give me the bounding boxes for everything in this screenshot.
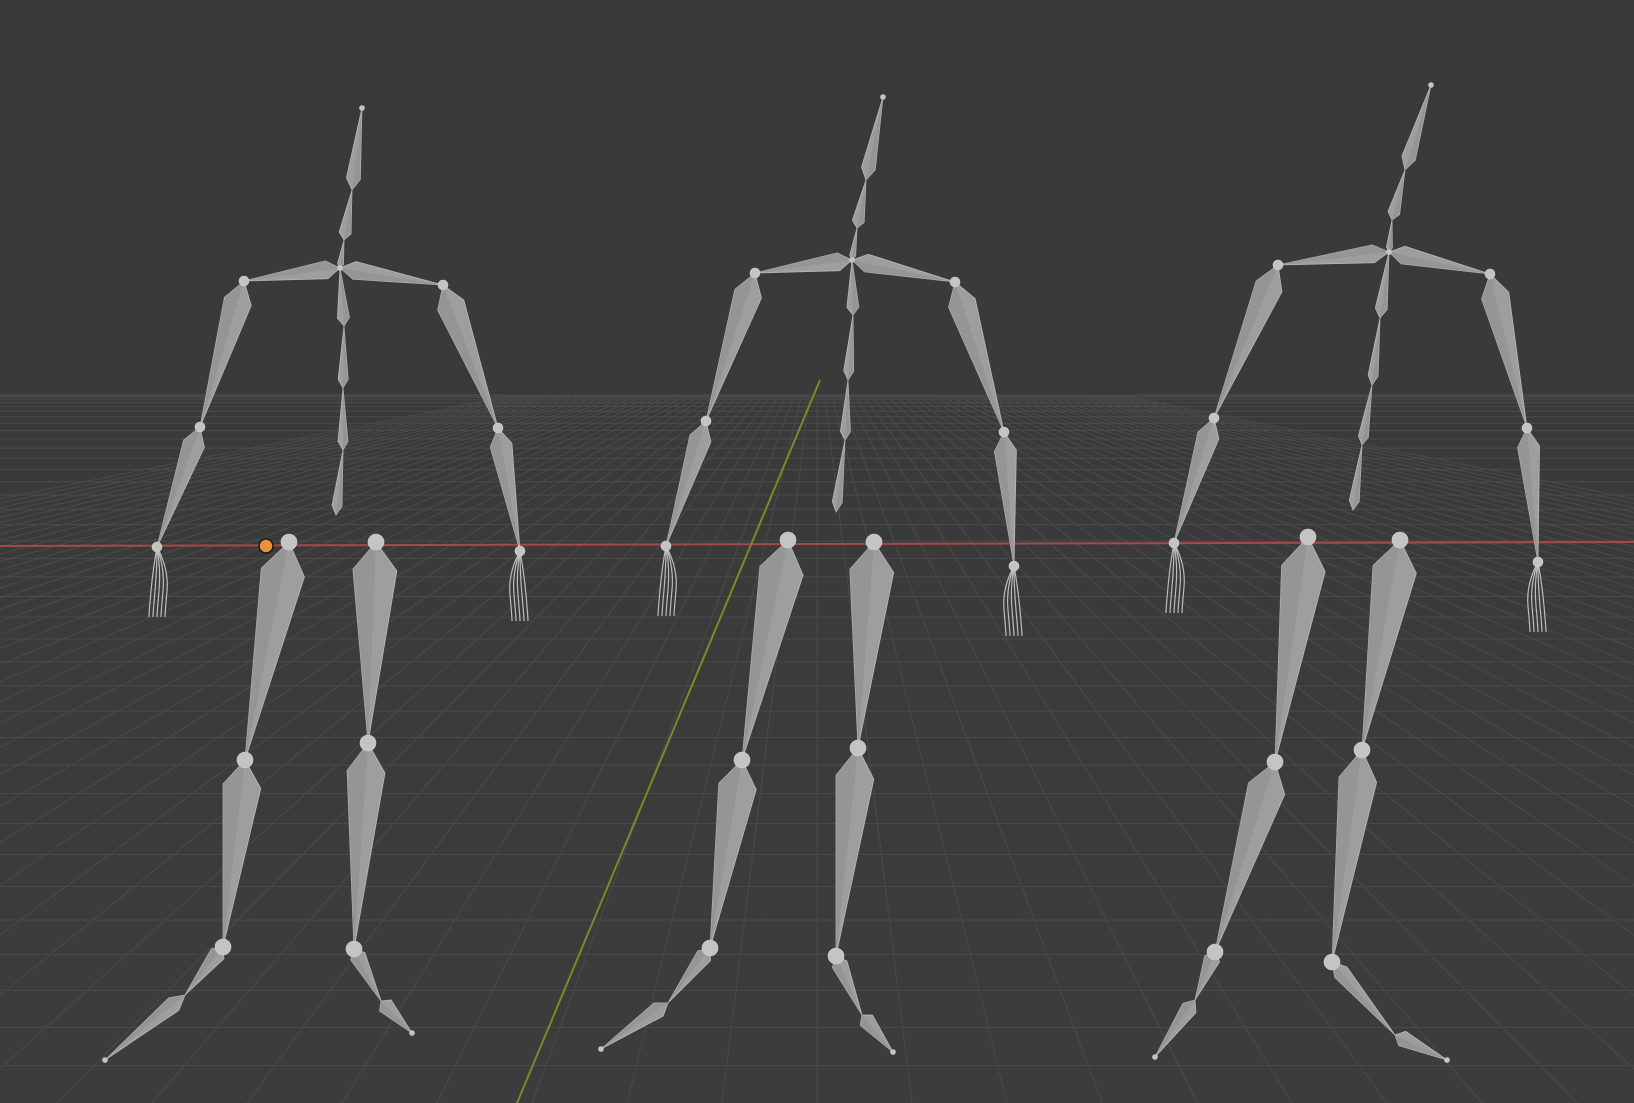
3d-viewport[interactable] <box>0 0 1634 1103</box>
bone-joint[interactable] <box>280 533 298 551</box>
bone-joint[interactable] <box>865 533 883 551</box>
bone-joint[interactable] <box>337 265 343 271</box>
bone-joint[interactable] <box>359 105 365 111</box>
bone-joint[interactable] <box>437 279 449 291</box>
bone-joint[interactable] <box>598 1046 604 1052</box>
bone-joint[interactable] <box>1532 556 1544 568</box>
bone-joint[interactable] <box>492 422 504 434</box>
bone-joint[interactable] <box>102 1057 108 1063</box>
bone-joint[interactable] <box>194 421 206 433</box>
bone-joint[interactable] <box>1391 531 1409 549</box>
bone-joint[interactable] <box>949 276 961 288</box>
bone-joint[interactable] <box>1206 943 1224 961</box>
bone-joint[interactable] <box>236 751 254 769</box>
bone-joint[interactable] <box>1208 412 1220 424</box>
bone-joint[interactable] <box>1272 259 1284 271</box>
bone-joint[interactable] <box>700 415 712 427</box>
bone-joint[interactable] <box>1299 528 1317 546</box>
bone-joint[interactable] <box>849 257 855 263</box>
bone-joint[interactable] <box>1353 741 1371 759</box>
bone-joint[interactable] <box>359 734 377 752</box>
bone-joint[interactable] <box>1008 560 1020 572</box>
bone-joint[interactable] <box>367 533 385 551</box>
bone-joint[interactable] <box>660 540 672 552</box>
bone-joint[interactable] <box>733 751 751 769</box>
bone-joint[interactable] <box>998 426 1010 438</box>
bone-joint[interactable] <box>890 1049 896 1055</box>
bone-joint[interactable] <box>151 541 163 553</box>
bone-joint[interactable] <box>1484 268 1496 280</box>
bone-joint[interactable] <box>1428 82 1434 88</box>
bone-joint[interactable] <box>849 739 867 757</box>
bone-joint[interactable] <box>409 1030 415 1036</box>
bone-joint[interactable] <box>1323 953 1341 971</box>
bone-joint[interactable] <box>749 267 761 279</box>
bone-joint[interactable] <box>1168 537 1180 549</box>
bone-joint[interactable] <box>514 545 526 557</box>
bone-joint[interactable] <box>238 275 250 287</box>
bone-joint[interactable] <box>1266 753 1284 771</box>
origin-point-icon[interactable] <box>258 538 274 554</box>
bone-joint[interactable] <box>779 531 797 549</box>
bone-joint[interactable] <box>1444 1057 1450 1063</box>
bone-joint[interactable] <box>701 939 719 957</box>
bone-joint[interactable] <box>1152 1054 1158 1060</box>
bone-joint[interactable] <box>214 938 232 956</box>
bone-joint[interactable] <box>827 947 845 965</box>
bone-joint[interactable] <box>1386 249 1392 255</box>
viewport-canvas[interactable] <box>0 0 1634 1103</box>
bone-joint[interactable] <box>345 940 363 958</box>
bone-joint[interactable] <box>880 94 886 100</box>
bone-joint[interactable] <box>1521 422 1533 434</box>
